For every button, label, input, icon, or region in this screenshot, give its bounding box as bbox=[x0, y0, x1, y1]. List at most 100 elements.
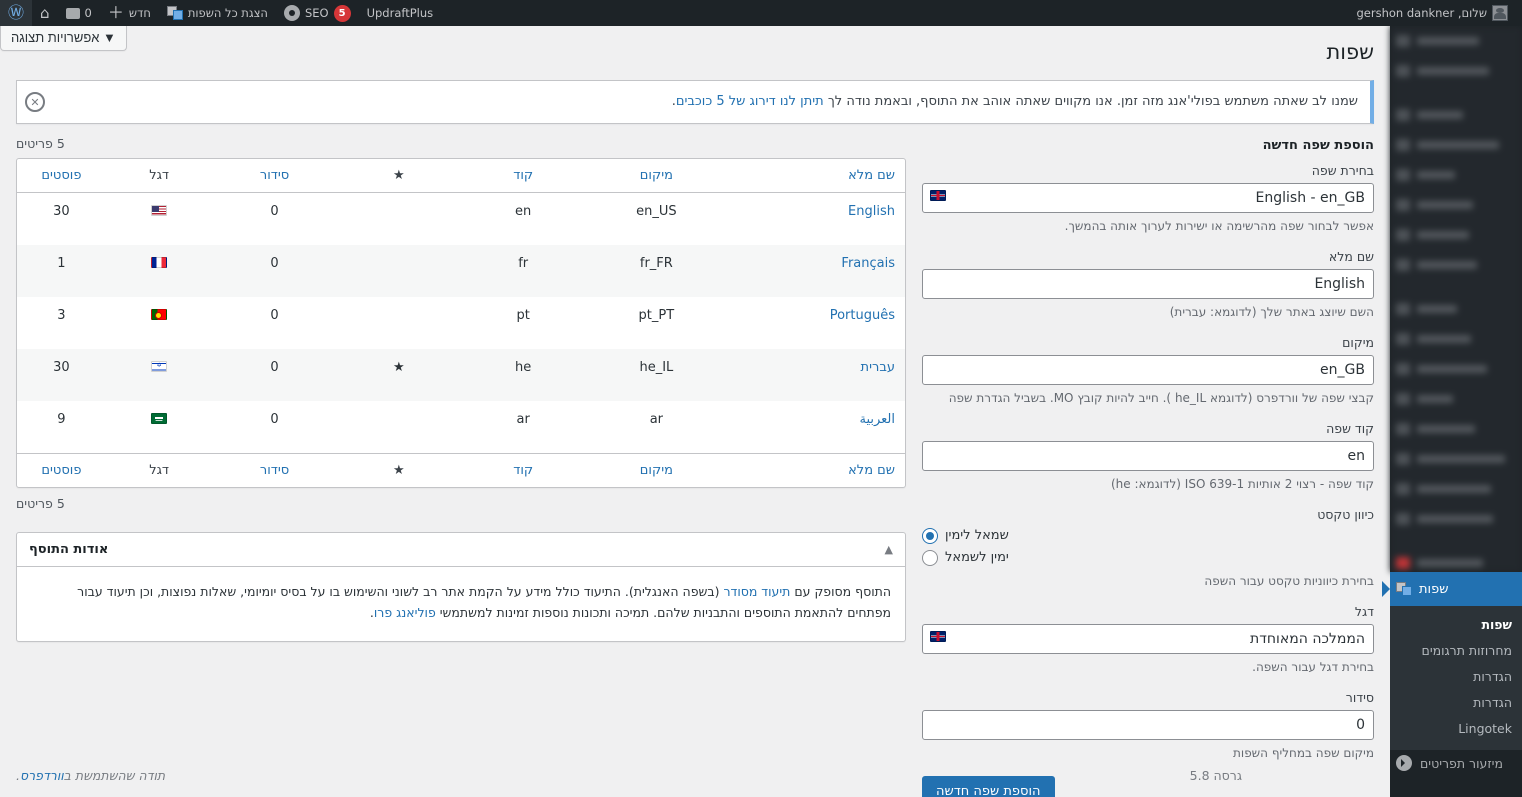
column-header-locale-link[interactable]: מיקום bbox=[640, 168, 673, 183]
sidebar-subitem-lingotek[interactable]: Lingotek bbox=[1390, 716, 1522, 742]
field-locale: מיקום bbox=[922, 335, 1374, 385]
table-row[interactable]: Français fr_FR fr 0 1 bbox=[17, 244, 905, 297]
sidebar-item-blurred[interactable] bbox=[1390, 220, 1522, 250]
seo-menu[interactable]: 5 SEO bbox=[276, 0, 359, 26]
sidebar-item-blurred[interactable] bbox=[1390, 504, 1522, 534]
table-body: English en_US en 0 30 Français fr_FR fr bbox=[17, 193, 905, 453]
sidebar-item-blurred[interactable] bbox=[1390, 414, 1522, 444]
cell-name: العربية bbox=[727, 401, 905, 453]
account-menu[interactable]: שלום, gershon dankner bbox=[1348, 0, 1516, 26]
languages-table: שם מלא מיקום קוד ★ סידור דגל פוסטים Engl… bbox=[16, 157, 906, 488]
field-choose-language: בחירת שפה bbox=[922, 163, 1374, 213]
sidebar-item-blurred[interactable] bbox=[1390, 444, 1522, 474]
flag-select[interactable] bbox=[922, 623, 1374, 654]
sidebar-item-blurred[interactable] bbox=[1390, 324, 1522, 354]
sidebar-item-blurred[interactable] bbox=[1390, 56, 1522, 86]
choose-language-select[interactable] bbox=[922, 182, 1374, 213]
sidebar-item-blurred[interactable] bbox=[1390, 160, 1522, 190]
chevron-up-icon[interactable]: ▲ bbox=[885, 544, 893, 555]
cell-locale: pt_PT bbox=[638, 307, 675, 323]
collapse-menu-button[interactable]: מיזעור תפריטים bbox=[1390, 746, 1522, 780]
language-name-link[interactable]: עברית bbox=[861, 360, 895, 375]
column-header-locale[interactable]: מיקום bbox=[585, 159, 728, 193]
column-footer-code[interactable]: קוד bbox=[461, 452, 586, 487]
cell-default[interactable] bbox=[337, 193, 461, 245]
column-header-order-link[interactable]: סידור bbox=[260, 168, 289, 183]
radio-ltr-input[interactable] bbox=[922, 527, 938, 544]
full-name-label: שם מלא bbox=[1328, 248, 1374, 264]
column-footer-order[interactable]: סידור bbox=[212, 452, 337, 487]
column-header-code[interactable]: קוד bbox=[461, 159, 586, 193]
documentation-link[interactable]: תיעוד מסודר bbox=[723, 584, 790, 599]
flag-label: דגל bbox=[1354, 603, 1374, 619]
column-header-posts[interactable]: פוסטים bbox=[17, 159, 106, 193]
column-header-name-link[interactable]: שם מלא bbox=[848, 168, 895, 183]
cell-code: ar bbox=[516, 411, 530, 427]
updraftplus-menu[interactable]: UpdraftPlus bbox=[359, 0, 442, 26]
table-row[interactable]: עברית he_IL he ★ 0 30 bbox=[17, 348, 905, 401]
table-row[interactable]: العربية ar ar 0 9 bbox=[17, 401, 905, 453]
column-header-code-link[interactable]: קוד bbox=[513, 168, 533, 183]
sidebar-subitem-string-translations[interactable]: מחרוזות תרגומים bbox=[1390, 638, 1522, 664]
sidebar-item-blurred[interactable] bbox=[1390, 384, 1522, 414]
cell-default[interactable] bbox=[337, 401, 461, 453]
wp-logo-menu[interactable]: Ⓦ bbox=[0, 0, 33, 26]
show-all-languages-menu[interactable]: הצגת כל השפות bbox=[159, 0, 276, 26]
wordpress-logo-icon: Ⓦ bbox=[8, 3, 25, 22]
saudi-arabia-flag-icon bbox=[151, 412, 168, 424]
notice-rate-link[interactable]: תיתן לנו דירוג של 5 כוכבים bbox=[676, 94, 824, 109]
table-row[interactable]: Português pt_PT pt 0 3 bbox=[17, 297, 905, 349]
sidebar-subitem-settings-2[interactable]: הגדרות bbox=[1390, 690, 1522, 716]
sidebar-item-blurred[interactable] bbox=[1390, 100, 1522, 130]
cell-default[interactable] bbox=[337, 297, 461, 349]
column-footer-posts-link[interactable]: פוסטים bbox=[41, 463, 81, 478]
language-name-link[interactable]: العربية bbox=[859, 412, 895, 427]
column-header-name[interactable]: שם מלא bbox=[727, 159, 905, 193]
column-footer-locale[interactable]: מיקום bbox=[585, 452, 728, 487]
page-columns: הוספת שפה חדשה בחירת שפה אפשר לבחור שפה … bbox=[16, 136, 1374, 797]
language-code-input[interactable] bbox=[922, 440, 1374, 471]
site-name-menu[interactable]: ⌂ bbox=[32, 0, 58, 26]
column-footer-name-link[interactable]: שם מלא bbox=[848, 463, 895, 478]
cell-flag bbox=[106, 193, 213, 245]
sidebar-item-blurred[interactable] bbox=[1390, 474, 1522, 504]
close-icon[interactable]: ✕ bbox=[25, 92, 45, 113]
table-row[interactable]: English en_US en 0 30 bbox=[17, 193, 905, 245]
column-footer-name[interactable]: שם מלא bbox=[727, 452, 905, 487]
sidebar-item-blurred[interactable] bbox=[1390, 548, 1522, 572]
column-header-order[interactable]: סידור bbox=[212, 159, 337, 193]
cell-default[interactable] bbox=[337, 245, 461, 297]
wordpress-link[interactable]: וורדפרס bbox=[20, 768, 64, 783]
new-content-menu[interactable]: חדש ＋ bbox=[100, 0, 159, 26]
sidebar-item-blurred[interactable] bbox=[1390, 130, 1522, 160]
sidebar-item-blurred[interactable] bbox=[1390, 294, 1522, 324]
language-name-link[interactable]: English bbox=[848, 204, 895, 219]
sidebar-subitem-settings[interactable]: הגדרות bbox=[1390, 664, 1522, 690]
sidebar-item-blurred[interactable] bbox=[1390, 190, 1522, 220]
column-footer-locale-link[interactable]: מיקום bbox=[640, 463, 673, 478]
column-header-posts-link[interactable]: פוסטים bbox=[41, 168, 81, 183]
radio-rtl-input[interactable] bbox=[922, 549, 938, 566]
sidebar-subitem-languages[interactable]: שפות bbox=[1390, 612, 1522, 638]
sidebar-item-blurred[interactable] bbox=[1390, 354, 1522, 384]
polylang-pro-link[interactable]: פוליאנג פרו bbox=[374, 605, 436, 620]
sidebar-item-languages[interactable]: שפות bbox=[1390, 572, 1522, 606]
sidebar-item-blurred[interactable] bbox=[1390, 250, 1522, 280]
language-name-link[interactable]: Français bbox=[841, 256, 895, 271]
language-name-link[interactable]: Português bbox=[830, 308, 895, 323]
admin-bar: שלום, gershon dankner UpdraftPlus 5 SEO … bbox=[0, 0, 1522, 26]
order-input[interactable] bbox=[922, 709, 1374, 740]
full-name-input[interactable] bbox=[922, 268, 1374, 299]
column-footer-order-link[interactable]: סידור bbox=[260, 463, 289, 478]
column-footer-posts[interactable]: פוסטים bbox=[17, 452, 106, 487]
cell-locale: he_IL bbox=[639, 359, 674, 375]
comments-menu[interactable]: 0 bbox=[58, 0, 100, 26]
locale-input[interactable] bbox=[922, 354, 1374, 385]
screen-options-toggle[interactable]: ▼ אפשרויות תצוגה bbox=[0, 26, 127, 51]
cell-default-star-icon[interactable]: ★ bbox=[337, 349, 461, 401]
field-full-name: שם מלא bbox=[922, 249, 1374, 299]
radio-ltr[interactable]: שמאל לימין bbox=[922, 527, 1374, 544]
radio-rtl[interactable]: ימין לשמאל bbox=[922, 549, 1374, 566]
sidebar-item-blurred[interactable] bbox=[1390, 26, 1522, 56]
column-footer-code-link[interactable]: קוד bbox=[513, 463, 533, 478]
